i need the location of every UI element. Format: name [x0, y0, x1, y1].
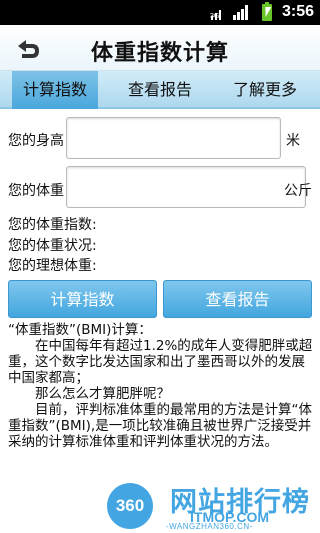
weight-input[interactable]: [66, 166, 306, 208]
bmi-result-label: 您的体重指数:: [8, 217, 97, 233]
battery-charging-icon: [262, 2, 272, 21]
view-report-button[interactable]: 查看报告: [163, 280, 312, 318]
network-type: 3G: [210, 13, 220, 20]
tab-bar: 计算指数 查看报告 了解更多: [0, 71, 320, 109]
height-label: 您的身高: [8, 133, 64, 149]
status-result-label: 您的体重状况:: [8, 238, 97, 254]
weight-unit: 公斤: [284, 183, 312, 199]
description-paragraph: 目前，评判标准体重的最常用的方法是计算“体重指数”(BMI),是一项比较准确且被…: [8, 402, 312, 450]
clock: 3:56: [281, 3, 314, 20]
status-bar: 3G 3:56: [0, 0, 320, 25]
height-input[interactable]: [66, 117, 281, 159]
tab-calculate[interactable]: 计算指数: [12, 71, 98, 109]
watermark-subtitle: -WANGZHAN360.CN-: [166, 522, 253, 531]
wifi-bars-icon: [233, 5, 249, 20]
page-title: 体重指数计算: [90, 41, 229, 66]
tab-report[interactable]: 查看报告: [117, 71, 203, 109]
watermark-logo: 360: [107, 483, 153, 529]
height-unit: 米: [286, 133, 300, 149]
tab-learn-more[interactable]: 了解更多: [222, 71, 308, 109]
title-bar: 体重指数计算: [0, 25, 320, 71]
calculate-button[interactable]: 计算指数: [8, 280, 157, 318]
ideal-weight-label: 您的理想体重:: [8, 258, 97, 274]
bmi-description: “体重指数”(BMI)计算： 在中国每年有超过1.2%的成年人变得肥胖或超重，这…: [8, 322, 314, 450]
description-heading: “体重指数”(BMI)计算：: [8, 322, 152, 338]
weight-label: 您的体重: [8, 183, 64, 199]
description-paragraph: 在中国每年有超过1.2%的成年人变得肥胖或超重，这个数字比发达国家和出了墨西哥以…: [8, 338, 313, 386]
description-paragraph: 那么怎么才算肥胖呢？: [35, 386, 170, 402]
